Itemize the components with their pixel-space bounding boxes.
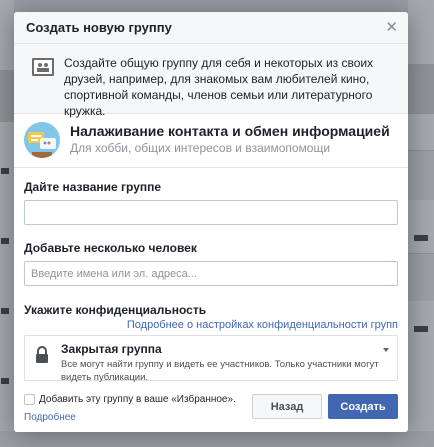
dialog-footer: Добавить эту группу в ваше «Избранное». … bbox=[24, 394, 398, 423]
favorites-checkbox[interactable] bbox=[24, 394, 35, 405]
group-purpose-subtitle: Для хобби, общих интересов и взаимопомощ… bbox=[70, 141, 331, 155]
group-name-label: Дайте название группе bbox=[24, 180, 162, 194]
back-button[interactable]: Назад bbox=[252, 394, 322, 419]
privacy-select[interactable]: Закрытая группа Все могут найти группу и… bbox=[24, 335, 398, 383]
create-group-dialog: Создать новую группу ✕ Создайте общую гр… bbox=[14, 12, 408, 432]
close-icon[interactable]: ✕ bbox=[385, 20, 398, 35]
create-button[interactable]: Создать bbox=[328, 394, 398, 419]
group-form: Дайте название группе Добавьте несколько… bbox=[14, 168, 408, 383]
background-right-column bbox=[408, 0, 434, 447]
privacy-selected-name: Закрытая группа bbox=[61, 342, 162, 356]
info-banner: Создайте общую группу для себя и некотор… bbox=[14, 44, 408, 118]
dialog-title: Создать новую группу bbox=[26, 20, 172, 35]
favorites-option[interactable]: Добавить эту группу в ваше «Избранное». bbox=[24, 394, 236, 405]
dialog-header: Создать новую группу ✕ bbox=[14, 12, 408, 44]
members-label: Добавьте несколько человек bbox=[24, 241, 197, 255]
background-bottom-strip bbox=[0, 431, 434, 447]
privacy-label: Укажите конфиденциальность bbox=[24, 303, 207, 317]
info-text: Создайте общую группу для себя и некотор… bbox=[64, 56, 374, 118]
privacy-info-link[interactable]: Подробнее о настройках конфиденциальност… bbox=[24, 319, 398, 331]
group-purpose-icon bbox=[24, 122, 60, 158]
background-left-column bbox=[0, 0, 14, 447]
group-purpose-title: Налаживание контакта и обмен информацией bbox=[70, 123, 390, 139]
group-info-icon bbox=[32, 58, 54, 76]
privacy-selected-description: Все могут найти группу и видеть ее участ… bbox=[61, 359, 379, 383]
chevron-down-icon[interactable] bbox=[383, 348, 389, 352]
favorites-label: Добавить эту группу в ваше «Избранное». bbox=[39, 394, 236, 405]
group-purpose: Налаживание контакта и обмен информацией… bbox=[14, 114, 408, 168]
learn-more-link[interactable]: Подробнее bbox=[24, 412, 76, 423]
group-name-input[interactable] bbox=[24, 200, 398, 225]
lock-icon bbox=[35, 346, 49, 364]
members-input[interactable] bbox=[24, 261, 398, 286]
